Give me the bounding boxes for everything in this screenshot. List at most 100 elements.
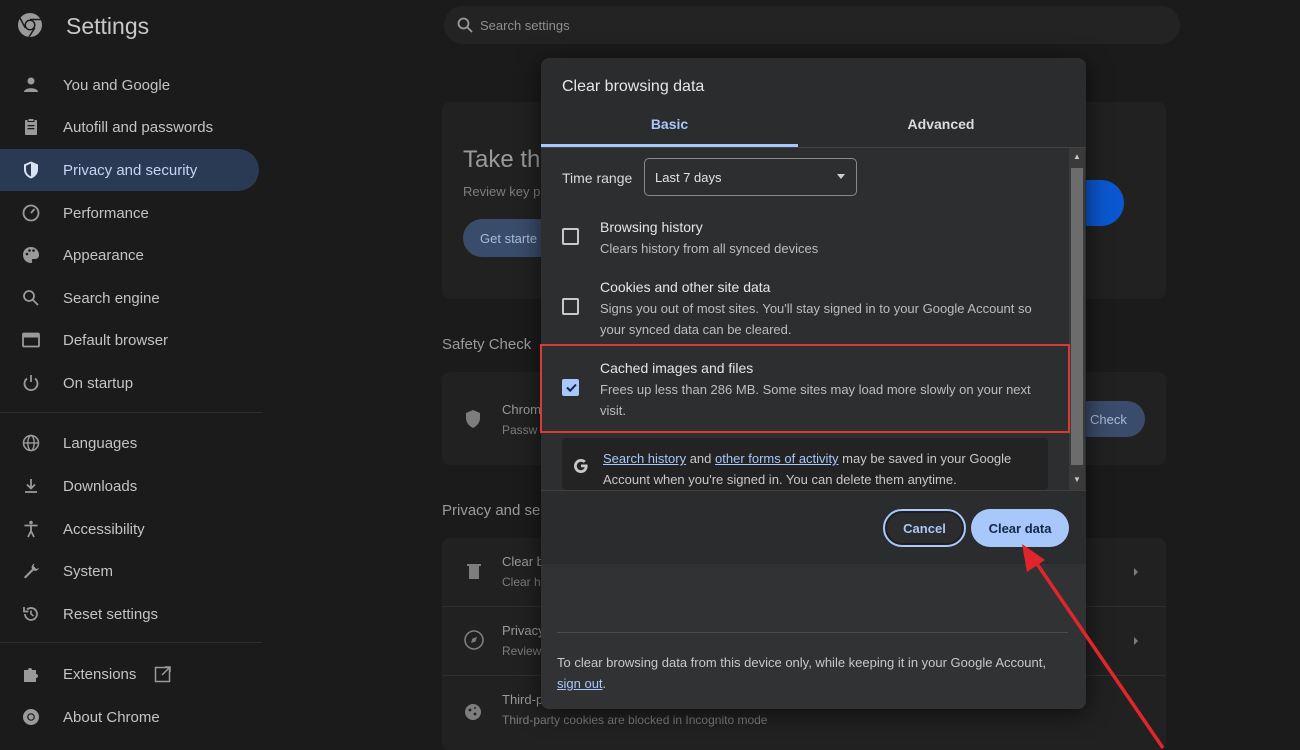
time-range-label: Time range [562,170,633,186]
browsing-history-checkbox[interactable] [562,228,579,245]
sidebar-item-you-and-google[interactable]: You and Google [0,64,259,106]
sidebar-item-downloads[interactable]: Downloads [0,465,259,507]
dialog-title: Clear browsing data [562,78,705,95]
clear-browsing-data-dialog: Clear browsing data Basic Advanced ▲ ▼ T… [541,58,1086,709]
sidebar-item-label: Downloads [63,477,138,495]
cached-images-checkbox[interactable] [562,379,579,396]
search-input[interactable] [480,14,880,36]
sidebar-item-languages[interactable]: Languages [0,422,259,464]
cookies-checkbox[interactable] [562,298,579,315]
sidebar-item-performance[interactable]: Performance [0,192,259,234]
clear-data-button[interactable]: Clear data [971,509,1069,547]
sidebar-item-label: Search engine [63,289,160,307]
check-button-label: Check [1090,412,1127,427]
other-activity-link[interactable]: other forms of activity [715,451,839,466]
safety-check-heading: Safety Check [442,336,532,353]
reset-icon [23,607,38,621]
footer-text: To clear browsing data from this device … [557,652,1057,694]
google-g-icon [574,459,588,473]
chrome-row-subtitle: Passw [502,423,538,437]
person-icon [24,77,38,92]
dialog-footer: To clear browsing data from this device … [541,564,1086,709]
option-description: Clears history from all synced devices [600,241,819,256]
google-account-note: Search history and other forms of activi… [562,438,1048,490]
note-text: Search history and other forms of activi… [603,448,1048,490]
option-description: Signs you out of most sites. You'll stay… [600,301,1032,337]
option-description: Frees up less than 286 MB. Some sites ma… [600,382,1031,418]
sidebar-item-appearance[interactable]: Appearance [0,234,259,276]
sidebar-item-label: Appearance [63,246,144,264]
sidebar-item-accessibility[interactable]: Accessibility [0,508,259,550]
sidebar-item-label: Extensions [63,665,137,683]
sidebar-item-label: System [63,562,114,580]
sidebar-divider [0,412,262,413]
puzzle-icon [24,668,38,682]
checkmark-icon [566,383,577,393]
tab-advanced[interactable]: Advanced [831,116,1051,146]
sidebar-item-label: Default browser [63,331,169,349]
dialog-button-row: Cancel Clear data [541,490,1086,564]
sidebar-item-label: Privacy and security [63,161,198,179]
sidebar-item-privacy[interactable]: Privacy and security [0,149,259,191]
privacy-section-heading: Privacy and sec [442,502,548,519]
gauge-icon [22,204,40,222]
row-subtitle: Third-party cookies are blocked in Incog… [502,713,768,727]
sidebar-item-label: On startup [63,374,134,392]
scroll-down-arrow-icon[interactable]: ▼ [1071,475,1083,485]
palette-icon [23,247,39,263]
chrome-icon [23,709,39,725]
chevron-right-icon [1134,568,1138,576]
get-started-label: Get starte [480,231,538,246]
sidebar-item-label: You and Google [63,76,171,94]
clipboard-icon [25,118,37,135]
footer-text-end: . [602,676,607,691]
scroll-up-arrow-icon[interactable]: ▲ [1071,152,1083,162]
sidebar-item-on-startup[interactable]: On startup [0,362,259,404]
sidebar-item-about-chrome[interactable]: About Chrome [0,696,259,738]
footer-divider [557,632,1068,633]
footer-text-main: To clear browsing data from this device … [557,655,1046,670]
sidebar-item-default-browser[interactable]: Default browser [0,319,259,361]
sidebar-item-autofill[interactable]: Autofill and passwords [0,106,259,148]
sidebar-item-search-engine[interactable]: Search engine [0,277,259,319]
chrome-row-title: Chrom [502,402,542,417]
top-header: Settings [0,0,1300,55]
search-bar[interactable] [444,6,1180,44]
sidebar-divider [0,642,262,643]
download-icon [25,479,37,493]
cookie-icon [465,704,481,720]
row-title: Privacy [502,623,545,638]
dropdown-arrow-icon [837,174,845,179]
sign-out-link[interactable]: sign out [557,676,603,691]
option-title: Cookies and other site data [600,279,771,295]
sidebar-item-reset-settings[interactable]: Reset settings [0,593,259,635]
external-link-icon [154,666,171,683]
wrench-icon [24,563,39,579]
scrollbar-thumb[interactable] [1071,168,1083,465]
row-title: Third-p [502,692,544,707]
globe-icon [22,434,40,452]
page-title: Settings [66,13,150,39]
search-icon [23,290,39,306]
chrome-logo-icon [18,13,42,38]
time-range-select[interactable]: Last 7 days [644,158,857,196]
sidebar-item-label: Accessibility [63,520,145,538]
tab-basic[interactable]: Basic [541,116,798,146]
sidebar-item-extensions[interactable]: Extensions [0,653,259,695]
sidebar-item-system[interactable]: System [0,550,259,592]
sidebar-item-label: Autofill and passwords [63,118,214,136]
option-title: Browsing history [600,219,703,235]
time-range-value: Last 7 days [655,170,722,185]
shield-icon [466,410,480,428]
search-history-link[interactable]: Search history [603,451,686,466]
search-icon [457,17,473,33]
row-subtitle: Review [502,644,542,658]
row-title: Clear b [502,554,544,569]
accessibility-icon [24,520,38,538]
compass-icon [464,630,484,650]
cancel-button[interactable]: Cancel [883,509,966,547]
row-subtitle: Clear h [502,575,541,589]
note-and: and [686,451,716,466]
sidebar-item-label: Performance [63,204,149,222]
sidebar-item-label: Reset settings [63,605,159,623]
